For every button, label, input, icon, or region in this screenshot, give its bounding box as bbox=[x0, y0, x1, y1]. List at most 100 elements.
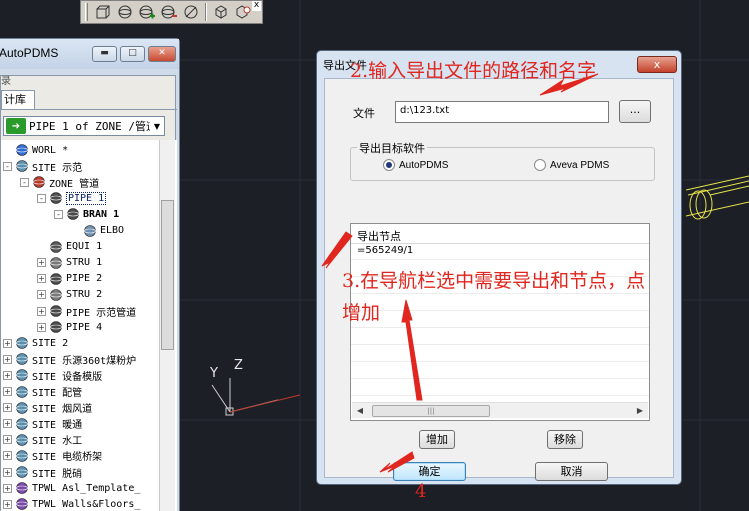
toolbar-separator bbox=[205, 3, 207, 21]
tree-node[interactable]: + SITE 设备模版 bbox=[3, 367, 102, 383]
expand-icon[interactable]: + bbox=[37, 306, 46, 316]
collapse-icon[interactable]: - bbox=[54, 209, 63, 219]
pipe-icon bbox=[49, 320, 63, 334]
window-close-button[interactable]: ✕ bbox=[148, 46, 176, 62]
goto-arrow-icon[interactable]: ➔ bbox=[6, 118, 26, 134]
navigator-titlebar[interactable]: AutoPDMS ▬ □ ✕ bbox=[0, 39, 179, 69]
list-item-empty bbox=[351, 312, 649, 328]
file-path-input[interactable]: d:\123.txt bbox=[395, 101, 609, 123]
scrollbar-thumb[interactable] bbox=[161, 200, 174, 350]
tree-node[interactable]: - SITE 示范 bbox=[3, 158, 82, 174]
expand-icon[interactable]: + bbox=[37, 274, 46, 284]
box-icon[interactable] bbox=[93, 2, 113, 22]
expand-icon[interactable]: + bbox=[3, 387, 12, 396]
tree-node[interactable]: + SITE 2 bbox=[3, 335, 68, 351]
site-icon bbox=[15, 465, 29, 479]
radio-autopdms[interactable]: AutoPDMS bbox=[383, 159, 448, 171]
toolbar-close-icon[interactable]: x bbox=[252, 1, 261, 11]
sphere-add-icon[interactable] bbox=[137, 2, 157, 22]
add-button[interactable]: 增加 bbox=[419, 430, 455, 449]
expand-icon[interactable]: + bbox=[3, 499, 12, 509]
tree-node[interactable]: + SITE 乐源360t煤粉炉 bbox=[3, 351, 136, 367]
radio-aveva-pdms[interactable]: Aveva PDMS bbox=[534, 159, 609, 171]
tree-node-label: BRAN 1 bbox=[83, 208, 120, 220]
zone-icon bbox=[32, 175, 46, 189]
ok-button[interactable]: 确定 bbox=[393, 462, 466, 481]
collapse-icon[interactable]: - bbox=[37, 193, 46, 203]
tree-node[interactable]: + STRU 2 bbox=[37, 287, 102, 303]
remove-button[interactable]: 移除 bbox=[547, 430, 583, 449]
expand-icon[interactable]: + bbox=[3, 419, 12, 429]
tree-node[interactable]: EQUI 1 bbox=[37, 239, 102, 255]
list-item[interactable]: =565249/1 bbox=[351, 244, 649, 260]
radio-autopdms-indicator[interactable] bbox=[383, 159, 395, 171]
combo-value: PIPE 1 of ZONE /管道 bbox=[29, 120, 150, 133]
expand-icon[interactable]: + bbox=[3, 483, 12, 493]
expand-icon[interactable]: + bbox=[3, 467, 12, 477]
maximize-button[interactable]: □ bbox=[120, 46, 145, 62]
tree-node[interactable]: + SITE 电缆桥架 bbox=[3, 448, 102, 464]
cube-icon[interactable] bbox=[211, 2, 231, 22]
scroll-right-icon[interactable]: ▶ bbox=[632, 404, 648, 418]
expand-icon[interactable]: + bbox=[3, 435, 12, 445]
tree-node-label: EQUI 1 bbox=[66, 241, 103, 253]
tree-node-label: ELBO bbox=[100, 225, 125, 236]
cube-subtract-icon[interactable] bbox=[233, 2, 253, 22]
export-nodes-list[interactable]: 导出节点 =565249/1 ◀ ||| ▶ bbox=[350, 223, 650, 421]
browse-button[interactable]: ... bbox=[619, 100, 651, 123]
navigation-combo[interactable]: ➔ PIPE 1 of ZONE /管道 ▼ bbox=[3, 116, 165, 136]
world-icon bbox=[15, 143, 29, 157]
tree-node[interactable]: + PIPE 2 bbox=[37, 271, 102, 287]
slash-circle-icon[interactable] bbox=[181, 2, 201, 22]
pipe-icon bbox=[49, 304, 63, 318]
minimize-button[interactable]: ▬ bbox=[92, 46, 117, 62]
chevron-down-icon[interactable]: ▼ bbox=[150, 122, 164, 131]
expand-icon[interactable]: + bbox=[3, 403, 12, 413]
scrollbar-thumb[interactable]: ||| bbox=[372, 405, 490, 417]
tree-node[interactable]: + PIPE 示范管道 bbox=[37, 303, 136, 319]
scroll-left-icon[interactable]: ◀ bbox=[352, 404, 368, 418]
cancel-button[interactable]: 取消 bbox=[535, 462, 608, 481]
sphere-subtract-icon[interactable] bbox=[159, 2, 179, 22]
navigator-subtitle: 录 bbox=[1, 76, 11, 87]
collapse-icon[interactable]: - bbox=[3, 161, 12, 171]
tree-vertical-scrollbar[interactable] bbox=[159, 140, 175, 511]
tree-node[interactable]: + SITE 水工 bbox=[3, 432, 82, 448]
tree-node[interactable]: + SITE 暖通 bbox=[3, 416, 82, 432]
expand-icon[interactable]: + bbox=[37, 290, 46, 300]
tree-node[interactable]: + SITE 烟风道 bbox=[3, 400, 92, 416]
pipe-icon bbox=[49, 272, 63, 286]
hierarchy-tree[interactable]: WORL * - SITE 示范 - ZONE 管道 - PIPE 1- BRAN 1 ELBO… bbox=[1, 140, 177, 511]
tab-design-library[interactable]: 计库 bbox=[1, 90, 35, 110]
tree-node[interactable]: + TPWL Walls&Floors_ bbox=[3, 496, 140, 511]
tree-node[interactable]: + PIPE 4 bbox=[37, 319, 102, 335]
list-item-empty bbox=[351, 295, 649, 311]
expand-icon[interactable]: + bbox=[3, 451, 12, 461]
tree-node-label: WORL * bbox=[32, 144, 69, 156]
tree-node[interactable]: + SITE 脱硝 bbox=[3, 464, 82, 480]
tree-node-label: SITE 脱硝 bbox=[32, 468, 83, 480]
expand-icon[interactable]: + bbox=[3, 354, 12, 364]
dialog-close-button[interactable]: x bbox=[637, 56, 677, 73]
tree-node[interactable]: - PIPE 1 bbox=[37, 190, 107, 206]
tree-node[interactable]: - BRAN 1 bbox=[54, 206, 119, 222]
annotation-step2: 2.输入导出文件的路径和名字 bbox=[350, 60, 597, 82]
expand-icon[interactable]: + bbox=[3, 338, 12, 348]
tree-node[interactable]: + TPWL Asl_Template_ bbox=[3, 480, 140, 496]
radio-aveva-indicator[interactable] bbox=[534, 159, 546, 171]
toolbar-grip[interactable] bbox=[85, 3, 88, 21]
tree-node[interactable]: + STRU 1 bbox=[37, 255, 102, 271]
expand-icon[interactable]: + bbox=[37, 322, 46, 332]
tree-node[interactable]: - ZONE 管道 bbox=[20, 174, 99, 190]
sphere-icon[interactable] bbox=[115, 2, 135, 22]
collapse-icon[interactable]: - bbox=[20, 177, 29, 187]
tree-node[interactable]: + SITE 配管 bbox=[3, 384, 82, 400]
list-item-empty bbox=[351, 346, 649, 362]
tree-node[interactable]: WORL * bbox=[3, 142, 68, 158]
template-icon bbox=[15, 481, 29, 495]
expand-icon[interactable]: + bbox=[3, 370, 12, 380]
tree-node[interactable]: ELBO bbox=[71, 223, 124, 239]
list-item-empty bbox=[351, 363, 649, 379]
list-horizontal-scrollbar[interactable]: ◀ ||| ▶ bbox=[352, 402, 648, 418]
expand-icon[interactable]: + bbox=[37, 258, 46, 268]
